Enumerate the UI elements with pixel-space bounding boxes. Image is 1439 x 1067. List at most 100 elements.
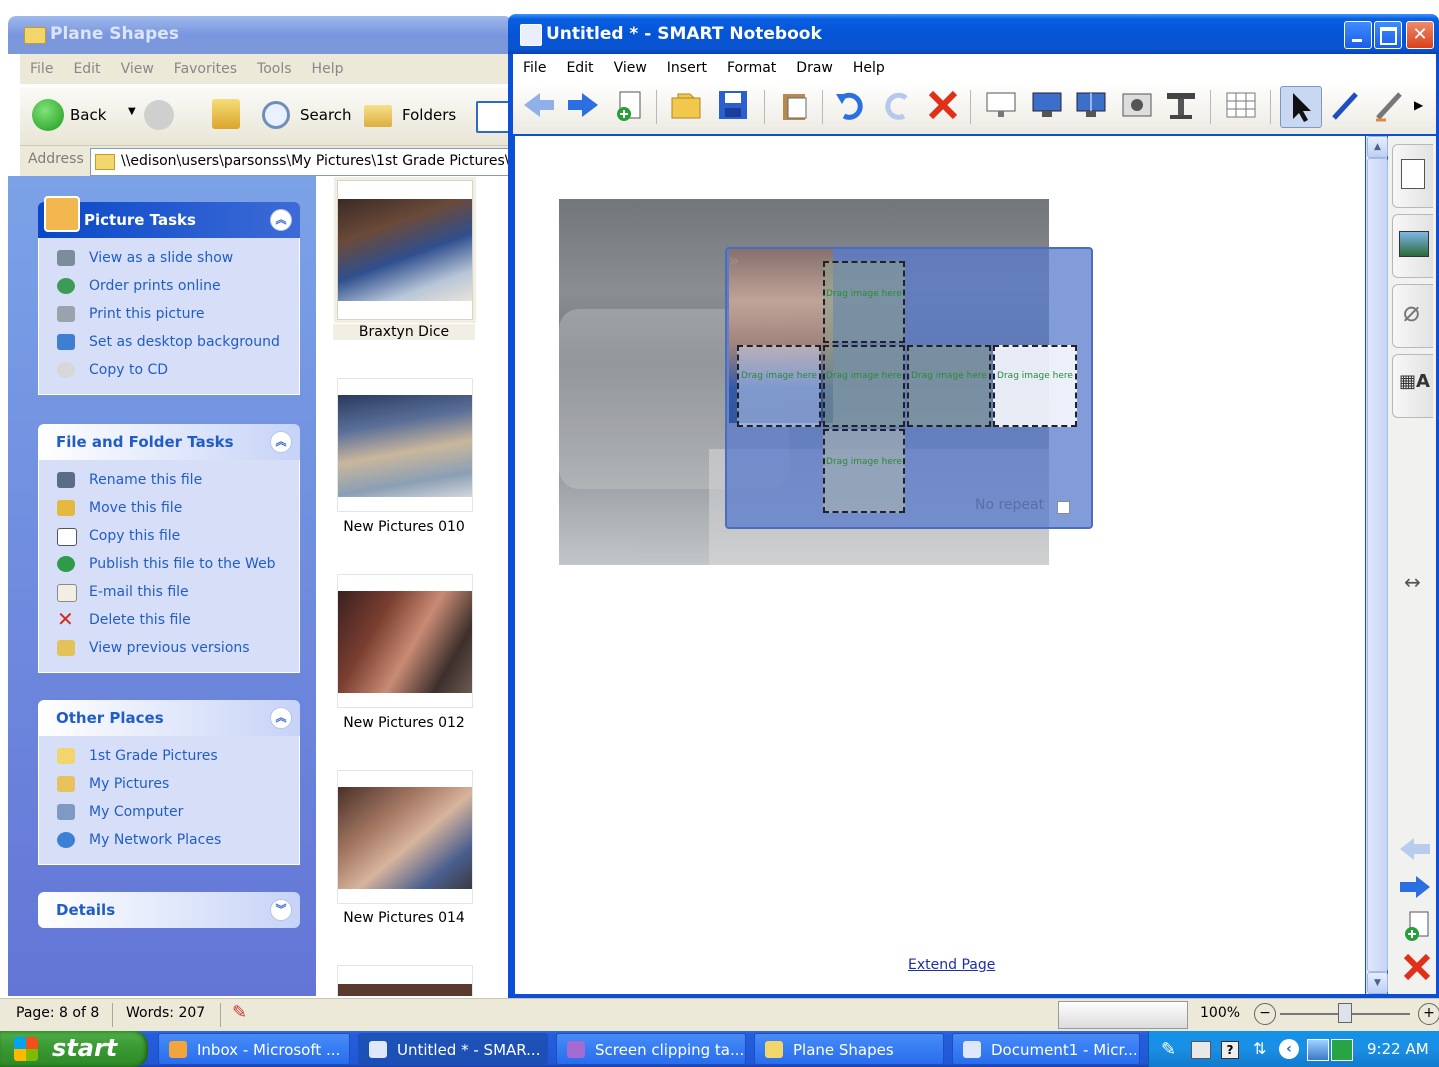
smart-title-bar[interactable]: Untitled * - SMART Notebook ✕ xyxy=(508,14,1439,54)
scroll-up-arrow-icon[interactable]: ▲ xyxy=(1367,136,1388,158)
document-camera-icon[interactable] xyxy=(1164,88,1198,122)
side-delete-page-icon[interactable] xyxy=(1402,952,1432,982)
add-page-icon[interactable] xyxy=(612,88,646,122)
back-button[interactable]: Back ▼ xyxy=(32,99,137,133)
drop-cell-top[interactable]: Drag image here xyxy=(823,261,905,343)
drop-cell-left[interactable]: Drag image here xyxy=(737,345,821,427)
thumbnail-new-pictures-010[interactable] xyxy=(337,378,473,512)
no-repeat-checkbox[interactable] xyxy=(1057,501,1070,514)
collapse-chevron-icon[interactable]: ︽ xyxy=(270,707,292,729)
paste-icon[interactable] xyxy=(778,88,812,122)
place-my-pictures[interactable]: My Pictures xyxy=(39,770,299,798)
details-header[interactable]: Details ︾ xyxy=(38,892,300,928)
drop-cell-far-right[interactable]: Drag image here xyxy=(993,345,1077,427)
side-previous-page-icon[interactable] xyxy=(1398,836,1432,862)
menu-help[interactable]: Help xyxy=(302,54,354,84)
extend-page-link[interactable]: Extend Page xyxy=(908,957,995,973)
collapse-chevron-icon[interactable]: ︽ xyxy=(270,431,292,453)
task-rename[interactable]: Rename this file xyxy=(39,466,299,494)
creative-pen-icon[interactable] xyxy=(1372,88,1406,122)
pen-tool-icon[interactable] xyxy=(1328,88,1362,122)
tray-expand-icon[interactable]: ‹ xyxy=(1279,1039,1299,1059)
task-delete[interactable]: ✕ Delete this file xyxy=(39,606,299,634)
table-icon[interactable] xyxy=(1224,88,1258,122)
task-copy[interactable]: Copy this file xyxy=(39,522,299,550)
move-sidebar-icon[interactable]: ↔ xyxy=(1404,570,1421,594)
task-print-picture[interactable]: Print this picture xyxy=(39,300,299,328)
side-add-page-icon[interactable] xyxy=(1400,910,1432,942)
place-1st-grade-pictures[interactable]: 1st Grade Pictures xyxy=(39,742,299,770)
dropdown-arrow-icon[interactable]: ▼ xyxy=(128,106,136,117)
zoom-out-icon[interactable]: − xyxy=(1254,1003,1276,1025)
search-button[interactable]: Search xyxy=(260,99,352,133)
other-places-header[interactable]: Other Places ︽ xyxy=(38,700,300,736)
gallery-tab[interactable] xyxy=(1392,214,1433,278)
help-tray-icon[interactable]: ? xyxy=(1221,1041,1239,1059)
explorer-title-bar[interactable]: Plane Shapes xyxy=(8,16,512,54)
start-button[interactable]: start xyxy=(0,1031,148,1067)
place-my-computer[interactable]: My Computer xyxy=(39,798,299,826)
minimize-button[interactable] xyxy=(1344,21,1372,49)
task-slide-show[interactable]: View as a slide show xyxy=(39,244,299,272)
smart-menu-draw[interactable]: Draw xyxy=(786,54,843,82)
smart-menu-edit[interactable]: Edit xyxy=(556,54,603,82)
menu-view[interactable]: View xyxy=(111,54,164,84)
open-file-icon[interactable] xyxy=(670,88,704,122)
thumbnail-new-pictures-012[interactable] xyxy=(337,574,473,708)
undo-icon[interactable] xyxy=(834,88,868,122)
image-drop-widget[interactable]: » Drag image here Drag image here Drag i… xyxy=(725,247,1093,529)
view-buttons[interactable] xyxy=(1058,1001,1188,1029)
smart-menu-help[interactable]: Help xyxy=(843,54,895,82)
delete-icon[interactable] xyxy=(926,88,960,122)
taskbar-document1[interactable]: Document1 - Micr... xyxy=(952,1033,1140,1065)
display-tray-icon[interactable] xyxy=(1307,1039,1329,1061)
keyboard-tray-icon[interactable] xyxy=(1191,1041,1211,1059)
smart-menu-insert[interactable]: Insert xyxy=(657,54,717,82)
expand-chevron-icon[interactable]: ︾ xyxy=(270,899,292,921)
scroll-thumb[interactable] xyxy=(1367,158,1388,972)
page-sorter-tab[interactable] xyxy=(1392,144,1433,208)
drop-cell-center[interactable]: Drag image here xyxy=(823,345,905,427)
save-icon[interactable] xyxy=(716,88,750,122)
full-screen-icon[interactable] xyxy=(1030,88,1064,122)
redo-icon[interactable] xyxy=(880,88,914,122)
picture-tasks-header[interactable]: Picture Tasks ︽ xyxy=(38,196,300,238)
clock[interactable]: 9:22 AM xyxy=(1367,1040,1429,1058)
menu-tools[interactable]: Tools xyxy=(247,54,302,84)
vertical-scrollbar[interactable]: ▲ ▼ xyxy=(1366,136,1388,994)
views-icon[interactable] xyxy=(476,101,510,133)
smart-menu-view[interactable]: View xyxy=(604,54,657,82)
maximize-button[interactable] xyxy=(1374,21,1402,49)
menu-favorites[interactable]: Favorites xyxy=(164,54,247,84)
drop-cell-bottom[interactable]: Drag image here xyxy=(823,429,905,513)
file-folder-tasks-header[interactable]: File and Folder Tasks ︽ xyxy=(38,424,300,460)
menu-edit[interactable]: Edit xyxy=(63,54,110,84)
place-my-network[interactable]: My Network Places xyxy=(39,826,299,854)
smart-menu-format[interactable]: Format xyxy=(717,54,786,82)
taskbar-screen-clipping[interactable]: Screen clipping ta... xyxy=(556,1033,746,1065)
zoom-slider-thumb[interactable] xyxy=(1338,1003,1352,1023)
thumbnail-partial[interactable] xyxy=(337,965,473,996)
network-tray-icon[interactable]: ⇅ xyxy=(1253,1039,1266,1058)
smart-menu-file[interactable]: File xyxy=(513,54,556,82)
menu-file[interactable]: File xyxy=(20,54,63,84)
folders-button[interactable]: Folders xyxy=(364,99,462,133)
taskbar-smart-notebook[interactable]: Untitled * - SMAR... xyxy=(358,1033,548,1065)
next-page-icon[interactable] xyxy=(566,88,600,122)
screen-shade-icon[interactable] xyxy=(984,88,1018,122)
thumbnail-new-pictures-014[interactable] xyxy=(337,770,473,904)
zoom-in-icon[interactable]: + xyxy=(1418,1003,1439,1025)
task-previous-versions[interactable]: View previous versions xyxy=(39,634,299,662)
close-button[interactable]: ✕ xyxy=(1406,21,1434,49)
task-email[interactable]: E-mail this file xyxy=(39,578,299,606)
pen-tray-icon[interactable]: ✎ xyxy=(1161,1039,1176,1060)
drop-cell-right[interactable]: Drag image here xyxy=(907,345,991,427)
scroll-down-arrow-icon[interactable]: ▼ xyxy=(1367,972,1388,994)
proofing-icon[interactable]: ✎ xyxy=(232,1002,247,1023)
task-move[interactable]: Move this file xyxy=(39,494,299,522)
attachments-tab[interactable]: ⌀ xyxy=(1392,284,1433,348)
previous-page-icon[interactable] xyxy=(522,88,556,122)
toolbar-overflow-icon[interactable]: ▶ xyxy=(1414,98,1423,112)
taskbar-plane-shapes[interactable]: Plane Shapes xyxy=(754,1033,944,1065)
collapse-chevron-icon[interactable]: ︽ xyxy=(270,209,292,231)
